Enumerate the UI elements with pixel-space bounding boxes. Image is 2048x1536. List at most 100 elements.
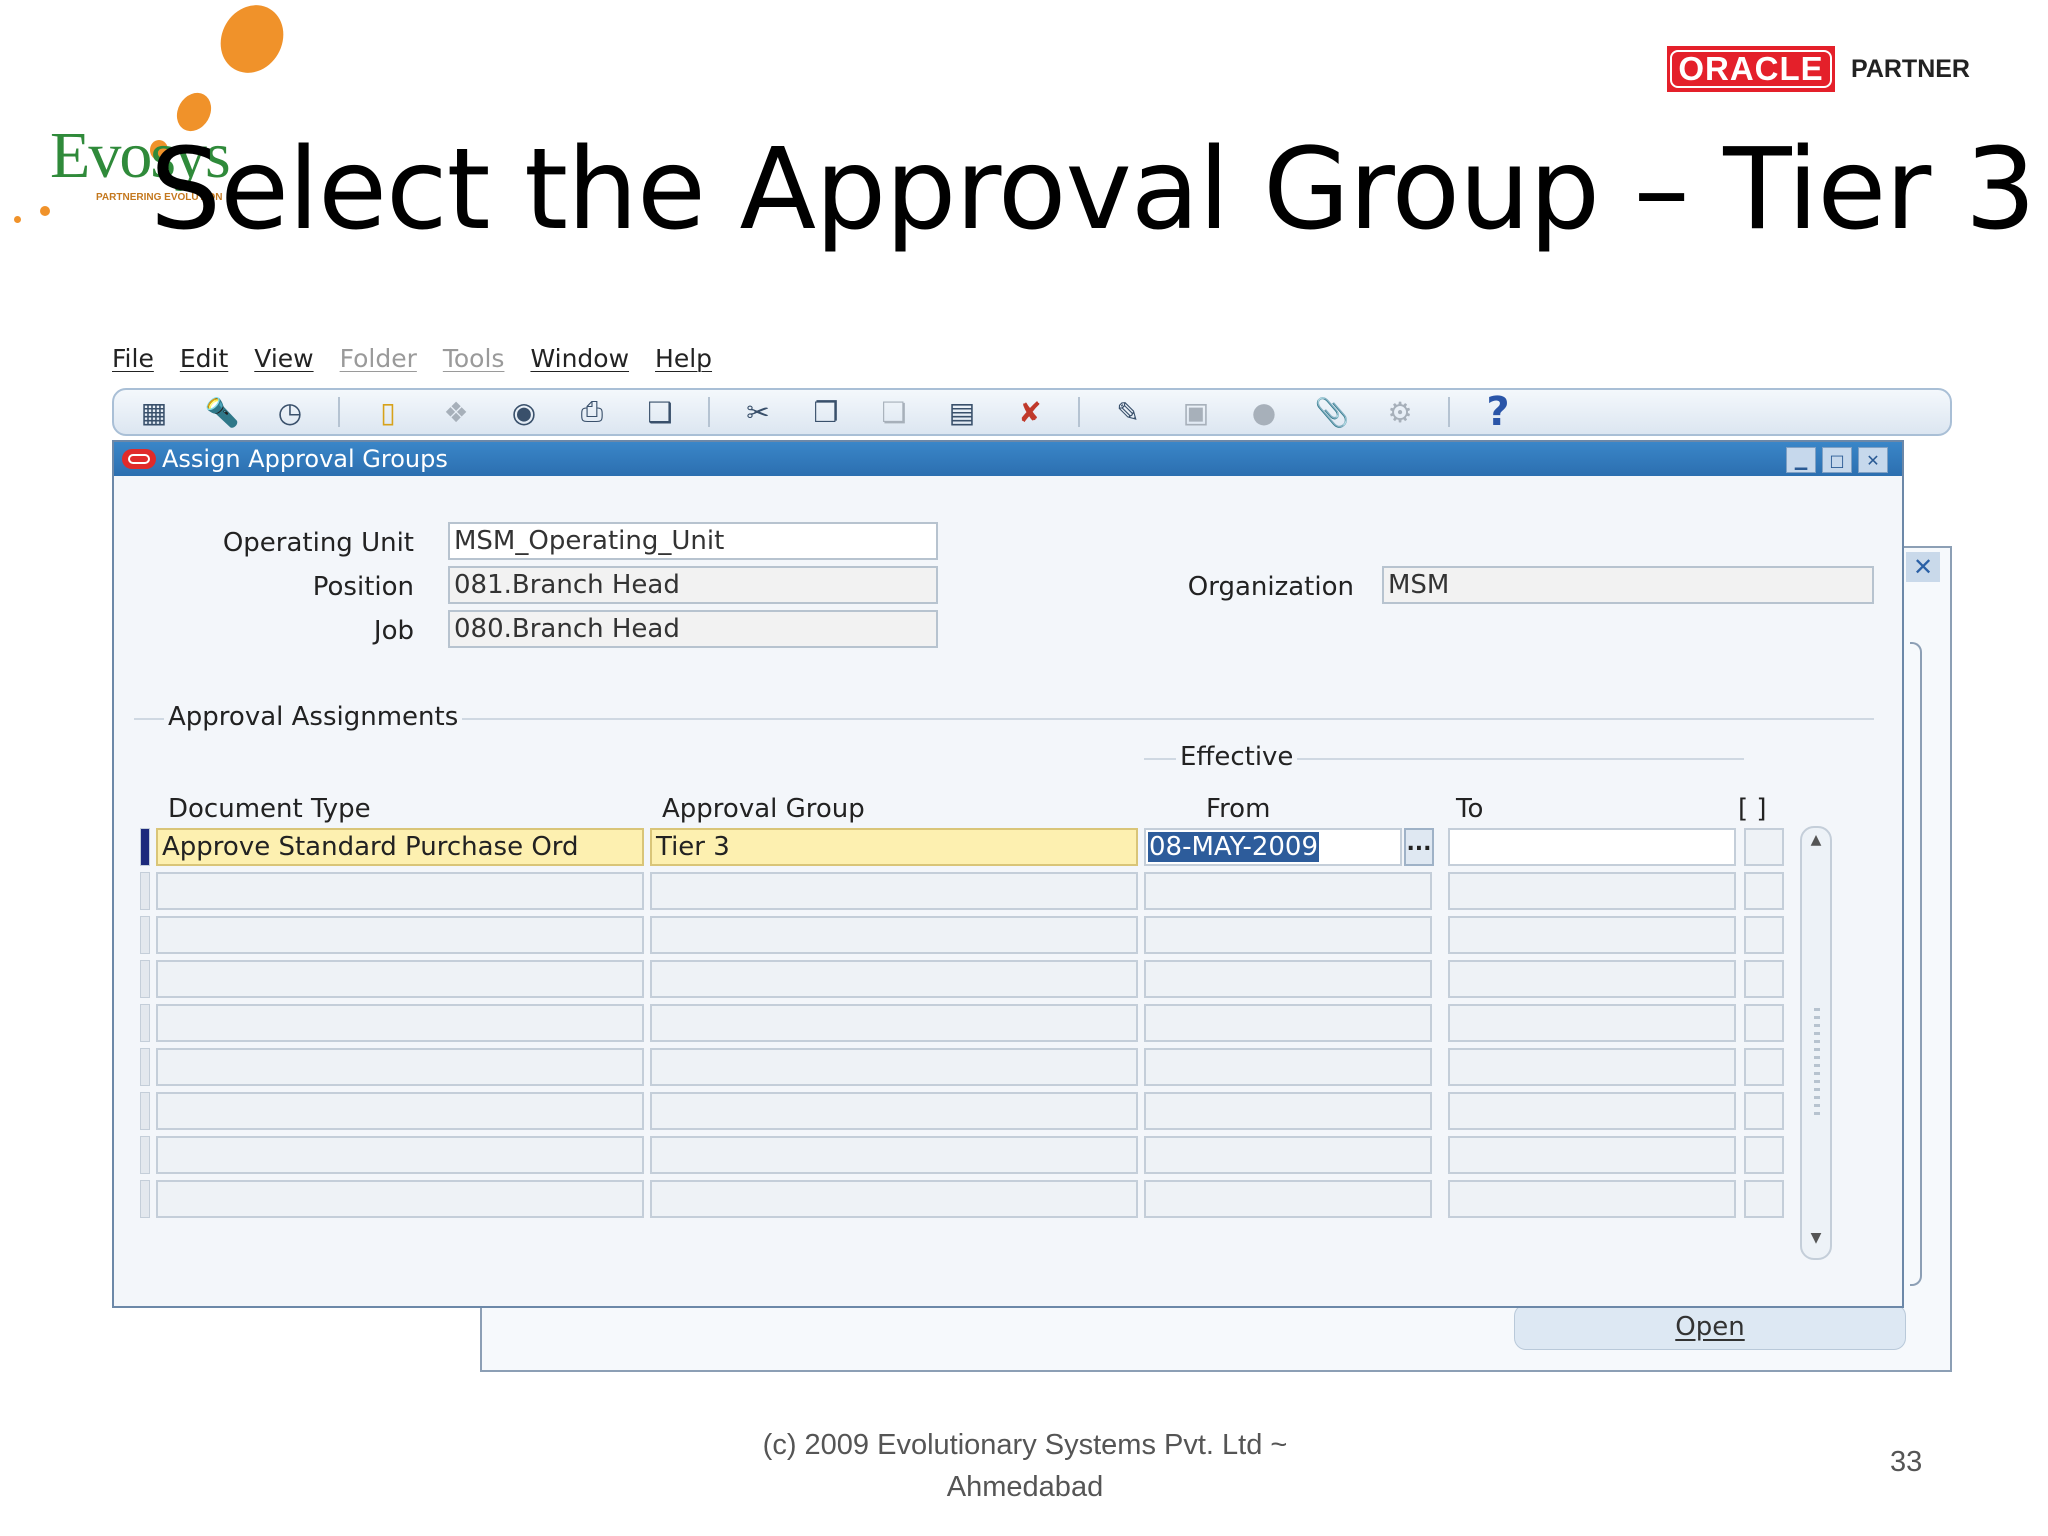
approval-group-cell[interactable] [650,872,1138,910]
approval-group-cell[interactable] [650,1004,1138,1042]
to-date-cell[interactable] [1448,1136,1736,1174]
menu-edit[interactable]: Edit [180,344,228,384]
footer-line-1: (c) 2009 Evolutionary Systems Pvt. Ltd ~ [762,1429,1288,1461]
next-step-icon[interactable]: ❖ [436,394,476,430]
scroll-down-icon[interactable]: ▼ [1802,1230,1830,1254]
find-icon[interactable]: 🔦 [202,394,242,430]
organization-label: Organization [1187,572,1354,602]
edit-field-icon[interactable]: ✎ [1108,394,1148,430]
document-type-cell[interactable] [156,1004,644,1042]
cut-icon[interactable]: ✂ [738,394,778,430]
copy-icon[interactable]: ❐ [806,394,846,430]
approval-group-cell[interactable] [650,960,1138,998]
menu-file[interactable]: File [112,344,154,384]
window-titlebar[interactable]: Assign Approval Groups ▁ □ ✕ [114,442,1902,476]
approval-group-cell[interactable]: Tier 3 [650,828,1138,866]
record-indicator [140,1180,150,1218]
from-date-cell[interactable] [1144,1180,1432,1218]
from-date-cell[interactable] [1144,1004,1432,1042]
close-form-icon[interactable]: ❑ [640,394,680,430]
menu-window[interactable]: Window [530,344,629,384]
paste-icon[interactable]: ❏ [874,394,914,430]
to-date-cell[interactable] [1448,872,1736,910]
open-button[interactable]: Open [1514,1304,1906,1350]
flexfield-cell[interactable] [1744,1180,1784,1218]
menu-tools[interactable]: Tools [443,344,505,384]
document-type-cell[interactable] [156,872,644,910]
flexfield-cell[interactable] [1744,960,1784,998]
maximize-icon[interactable]: □ [1822,447,1852,473]
operating-unit-field[interactable]: MSM_Operating_Unit [448,522,938,560]
menu-view[interactable]: View [254,344,313,384]
from-date-cell[interactable] [1144,916,1432,954]
from-date-cell[interactable] [1144,1092,1432,1130]
document-type-cell[interactable] [156,1180,644,1218]
from-date-cell[interactable]: 08-MAY-2009 [1144,828,1402,866]
record-indicator [140,916,150,954]
scroll-up-icon[interactable]: ▲ [1802,832,1830,856]
zoom-icon[interactable]: ▣ [1176,394,1216,430]
to-date-cell[interactable] [1448,1048,1736,1086]
to-date-cell[interactable] [1448,1004,1736,1042]
flexfield-cell[interactable] [1744,916,1784,954]
from-date-cell[interactable] [1144,1048,1432,1086]
background-window-close-icon[interactable]: ✕ [1906,552,1940,582]
to-date-cell[interactable] [1448,960,1736,998]
to-date-cell[interactable] [1448,916,1736,954]
minimize-icon[interactable]: ▁ [1786,447,1816,473]
document-type-cell[interactable]: Approve Standard Purchase Ord [156,828,644,866]
flexfield-cell[interactable] [1744,828,1784,866]
clear-record-icon[interactable]: ▤ [942,394,982,430]
from-date-cell[interactable] [1144,960,1432,998]
position-field[interactable]: 081.Branch Head [448,566,938,604]
translations-icon[interactable]: ● [1244,394,1284,430]
document-type-cell[interactable] [156,916,644,954]
approval-group-cell[interactable] [650,1048,1138,1086]
help-icon[interactable]: ? [1478,389,1518,435]
print-icon[interactable]: ⎙ [572,394,612,430]
document-type-cell[interactable] [156,1136,644,1174]
document-type-cell[interactable] [156,1092,644,1130]
switch-responsibility-icon[interactable]: ◉ [504,394,544,430]
grid-scrollbar[interactable]: ▲ ▼ [1800,826,1832,1260]
flexfield-cell[interactable] [1744,872,1784,910]
job-field[interactable]: 080.Branch Head [448,610,938,648]
current-record-indicator [140,828,150,866]
flexfield-cell[interactable] [1744,1004,1784,1042]
approval-group-cell[interactable] [650,1180,1138,1218]
close-icon[interactable]: ✕ [1858,447,1888,473]
menu-help[interactable]: Help [655,344,712,384]
from-date-cell[interactable] [1144,1136,1432,1174]
operating-unit-label: Operating Unit [222,528,414,558]
approval-group-cell[interactable] [650,1136,1138,1174]
attachments-icon[interactable]: 📎 [1312,394,1352,430]
to-date-cell[interactable] [1448,828,1736,866]
flexfield-cell[interactable] [1744,1092,1784,1130]
document-type-cell[interactable] [156,1048,644,1086]
scroll-grip[interactable] [1814,1008,1820,1118]
organization-field[interactable]: MSM [1382,566,1874,604]
approval-group-cell[interactable] [650,1092,1138,1130]
lov-button[interactable]: ... [1404,828,1434,866]
menu-folder[interactable]: Folder [340,344,417,384]
to-date-cell[interactable] [1448,1092,1736,1130]
toolbar-separator [1448,397,1450,427]
toolbar-separator [708,397,710,427]
navigator-icon[interactable]: ◷ [270,394,310,430]
flexfield-cell[interactable] [1744,1048,1784,1086]
from-date-value: 08-MAY-2009 [1148,832,1320,862]
delete-record-icon[interactable]: ✘ [1010,394,1050,430]
window-controls: ▁ □ ✕ [1780,447,1888,473]
document-type-cell[interactable] [156,960,644,998]
toolbar-separator [1078,397,1080,427]
to-date-cell[interactable] [1448,1180,1736,1218]
record-indicator [140,1048,150,1086]
folder-tools-icon[interactable]: ⚙ [1380,394,1420,430]
from-date-cell[interactable] [1144,872,1432,910]
flexfield-cell[interactable] [1744,1136,1784,1174]
background-window-edge [1910,642,1922,1286]
new-record-icon[interactable]: ▦ [134,394,174,430]
save-icon[interactable]: ▯ [368,394,408,430]
approval-group-cell[interactable] [650,916,1138,954]
partner-logo-text: PARTNER [1851,54,1970,83]
